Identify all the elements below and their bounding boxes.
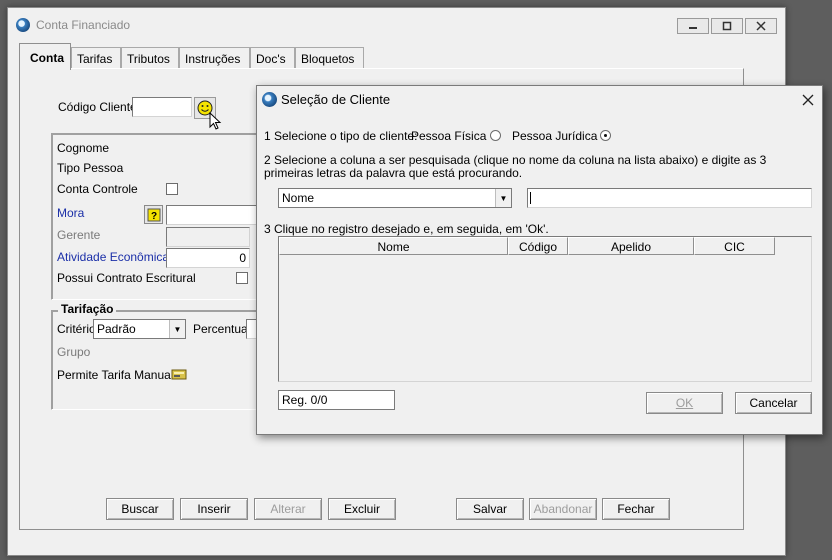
- app-icon: [16, 18, 30, 32]
- codigo-cliente-input[interactable]: [132, 97, 192, 117]
- tarifa-manual-label: Permite Tarifa Manual: [57, 368, 174, 382]
- atividade-economica-label: Atividade Econômica: [57, 250, 170, 264]
- tipo-pessoa-label: Tipo Pessoa: [57, 161, 124, 175]
- percentual-label: Percentual: [193, 322, 251, 336]
- pessoa-fisica-radio[interactable]: [490, 130, 501, 141]
- mora-input[interactable]: [166, 205, 270, 225]
- conta-controle-checkbox[interactable]: [166, 183, 178, 195]
- criterio-select[interactable]: Padrão ▼: [93, 319, 186, 339]
- tab-tributos[interactable]: Tributos: [121, 47, 179, 69]
- client-results-grid[interactable]: Nome Código Apelido CIC: [278, 236, 812, 382]
- column-header-apelido[interactable]: Apelido: [568, 237, 694, 255]
- cancelar-button-label: Cancelar: [749, 396, 798, 410]
- grupo-label: Grupo: [57, 345, 91, 359]
- maximize-icon: [722, 21, 732, 31]
- step2-text: 2 Selecione a coluna a ser pesquisada (c…: [264, 153, 767, 180]
- window-title: Conta Financiado: [36, 18, 131, 32]
- gerente-label: Gerente: [57, 228, 101, 242]
- help-lookup-icon: ?: [147, 208, 160, 222]
- abandonar-button[interactable]: Abandonar: [529, 498, 597, 520]
- criterio-value: Padrão: [97, 322, 136, 336]
- gerente-input: [166, 227, 250, 247]
- conta-controle-label: Conta Controle: [57, 182, 138, 196]
- ok-button-label: OK: [675, 396, 694, 410]
- pessoa-juridica-radio[interactable]: [600, 130, 611, 141]
- tarifacao-title: Tarifação: [58, 302, 117, 316]
- dialog-close-button[interactable]: [797, 90, 819, 110]
- minimize-icon: [689, 27, 697, 29]
- possui-contrato-label: Possui Contrato Escritural: [57, 271, 196, 285]
- svg-text:?: ?: [151, 211, 157, 222]
- tab-bloquetos[interactable]: Bloquetos: [295, 47, 364, 69]
- record-status: Reg. 0/0: [278, 390, 395, 410]
- chevron-down-icon[interactable]: ▼: [169, 320, 185, 338]
- close-icon: [756, 21, 766, 31]
- step3-text: 3 Clique no registro desejado e, em segu…: [264, 222, 549, 236]
- mouse-cursor-icon: [209, 112, 222, 130]
- pessoa-juridica-label: Pessoa Jurídica: [512, 129, 598, 143]
- tab-docs[interactable]: Doc's: [250, 47, 295, 69]
- tab-conta[interactable]: Conta: [19, 43, 71, 70]
- column-header-nome[interactable]: Nome: [279, 237, 508, 255]
- pessoa-fisica-label: Pessoa Física: [411, 129, 487, 143]
- close-window-button[interactable]: [745, 18, 777, 34]
- salvar-button[interactable]: Salvar: [456, 498, 524, 520]
- column-header-cic[interactable]: CIC: [694, 237, 775, 255]
- step1-text: 1 Selecione o tipo de cliente:: [264, 129, 418, 143]
- title-bar: Conta Financiado: [8, 8, 785, 42]
- atividade-economica-input[interactable]: 0: [166, 248, 250, 268]
- dialog-title: Seleção de Cliente: [281, 92, 391, 107]
- ok-button[interactable]: OK: [646, 392, 723, 414]
- fechar-button[interactable]: Fechar: [602, 498, 670, 520]
- excluir-button[interactable]: Excluir: [328, 498, 396, 520]
- chevron-down-icon[interactable]: ▼: [495, 189, 511, 207]
- criterio-label: Critério: [57, 322, 96, 336]
- close-icon: [802, 94, 814, 106]
- selecao-cliente-dialog: Seleção de Cliente 1 Selecione o tipo de…: [256, 85, 823, 435]
- inserir-button[interactable]: Inserir: [180, 498, 248, 520]
- maximize-button[interactable]: [711, 18, 743, 34]
- tab-instrucoes[interactable]: Instruções: [179, 47, 250, 69]
- mora-label: Mora: [57, 206, 85, 220]
- search-text-input[interactable]: [527, 188, 812, 208]
- column-select[interactable]: Nome ▼: [278, 188, 512, 208]
- cognome-label: Cognome: [57, 141, 110, 155]
- dialog-app-icon: [262, 92, 277, 107]
- column-select-value: Nome: [282, 191, 315, 205]
- alterar-button[interactable]: Alterar: [254, 498, 322, 520]
- tab-tarifas[interactable]: Tarifas: [71, 47, 121, 69]
- edit-tarifa-icon[interactable]: [171, 367, 187, 381]
- mora-lookup-button[interactable]: ?: [144, 205, 163, 224]
- text-caret: [530, 192, 531, 204]
- column-header-codigo[interactable]: Código: [508, 237, 568, 255]
- cancelar-button[interactable]: Cancelar: [735, 392, 812, 414]
- minimize-button[interactable]: [677, 18, 709, 34]
- possui-contrato-checkbox[interactable]: [236, 272, 248, 284]
- codigo-cliente-label: Código Cliente: [58, 100, 137, 114]
- buscar-button[interactable]: Buscar: [106, 498, 174, 520]
